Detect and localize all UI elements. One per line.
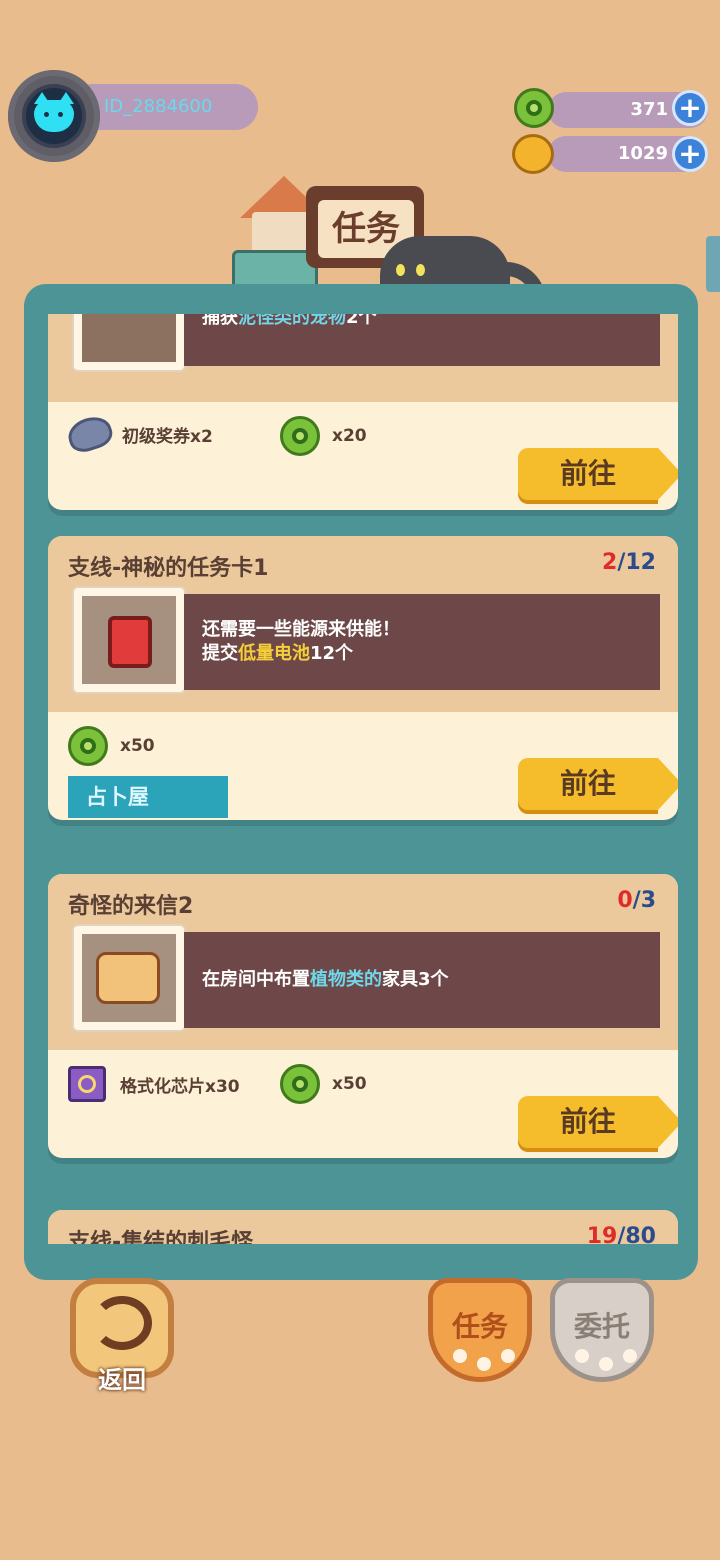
- go-button[interactable]: 前往: [518, 1096, 678, 1148]
- green-coin-icon: [514, 88, 554, 128]
- add-gold-currency-button[interactable]: +: [672, 136, 708, 172]
- go-button[interactable]: 前往: [518, 758, 678, 810]
- cat-avatar-icon: [34, 92, 74, 132]
- green-coin-icon: [68, 726, 108, 766]
- task-description: 在房间中布置植物类的家具3个: [184, 932, 660, 1028]
- tab-commission[interactable]: 委托: [550, 1278, 654, 1382]
- task-progress: 0/3: [617, 888, 656, 913]
- task-title: 支线-神秘的任务卡1: [68, 556, 269, 581]
- task-description: 还需要一些能源来供能！ 提交低量电池12个: [184, 594, 660, 690]
- gold-planet-coin-icon: [512, 134, 554, 174]
- ticket-icon: [64, 411, 116, 457]
- task-description: 捕获泥怪类的宠物2个: [184, 314, 660, 366]
- reward-item: 初级奖券x2: [64, 411, 213, 457]
- player-id-text: ID_2884600: [104, 96, 213, 117]
- side-drawer-tab[interactable]: [706, 236, 720, 292]
- add-green-currency-button[interactable]: +: [672, 90, 708, 126]
- task-list[interactable]: 捕获泥怪类的宠物2个 初级奖券x2 x20 前往 支线-神秘的任务卡1 2/12: [48, 314, 678, 1244]
- task-card: 支线-神秘的任务卡1 2/12 还需要一些能源来供能！ 提交低量电池12个 x5…: [48, 536, 678, 820]
- go-button[interactable]: 前往: [518, 448, 678, 500]
- reward-item: x50: [68, 726, 155, 766]
- reward-item: x50: [280, 1064, 367, 1104]
- plant-furniture-icon: [96, 952, 160, 1004]
- task-card: 支线-集结的刺毛怪 19/80: [48, 1210, 678, 1244]
- back-arrow-icon: [92, 1296, 152, 1350]
- task-thumbnail: [74, 588, 184, 692]
- tab-task[interactable]: 任务: [428, 1278, 532, 1382]
- reward-item: x20: [280, 416, 367, 456]
- task-progress: 19/80: [586, 1224, 656, 1244]
- reward-item: 格式化芯片x30: [68, 1066, 240, 1102]
- task-card: 奇怪的来信2 0/3 在房间中布置植物类的家具3个 格式化芯片x30 x50 前…: [48, 874, 678, 1158]
- tab-commission-label: 委托: [573, 1310, 630, 1343]
- task-panel: 捕获泥怪类的宠物2个 初级奖券x2 x20 前往 支线-神秘的任务卡1 2/12: [24, 284, 698, 1280]
- green-coin-icon: [280, 1064, 320, 1104]
- green-currency-amount: 371: [630, 99, 668, 120]
- chip-icon: [68, 1066, 106, 1102]
- avatar[interactable]: [22, 84, 86, 148]
- task-thumbnail: [74, 926, 184, 1030]
- task-card: 捕获泥怪类的宠物2个 初级奖券x2 x20 前往: [48, 314, 678, 510]
- location-tag: 占卜屋: [68, 776, 228, 818]
- battery-icon: [108, 616, 152, 668]
- task-thumbnail: [74, 314, 184, 370]
- task-progress: 2/12: [602, 550, 656, 575]
- task-title: 奇怪的来信2: [68, 894, 194, 919]
- back-label: 返回: [98, 1366, 146, 1394]
- gold-currency-amount: 1029: [617, 143, 668, 164]
- tab-task-label: 任务: [451, 1310, 508, 1343]
- task-title: 支线-集结的刺毛怪: [68, 1230, 254, 1244]
- green-coin-icon: [280, 416, 320, 456]
